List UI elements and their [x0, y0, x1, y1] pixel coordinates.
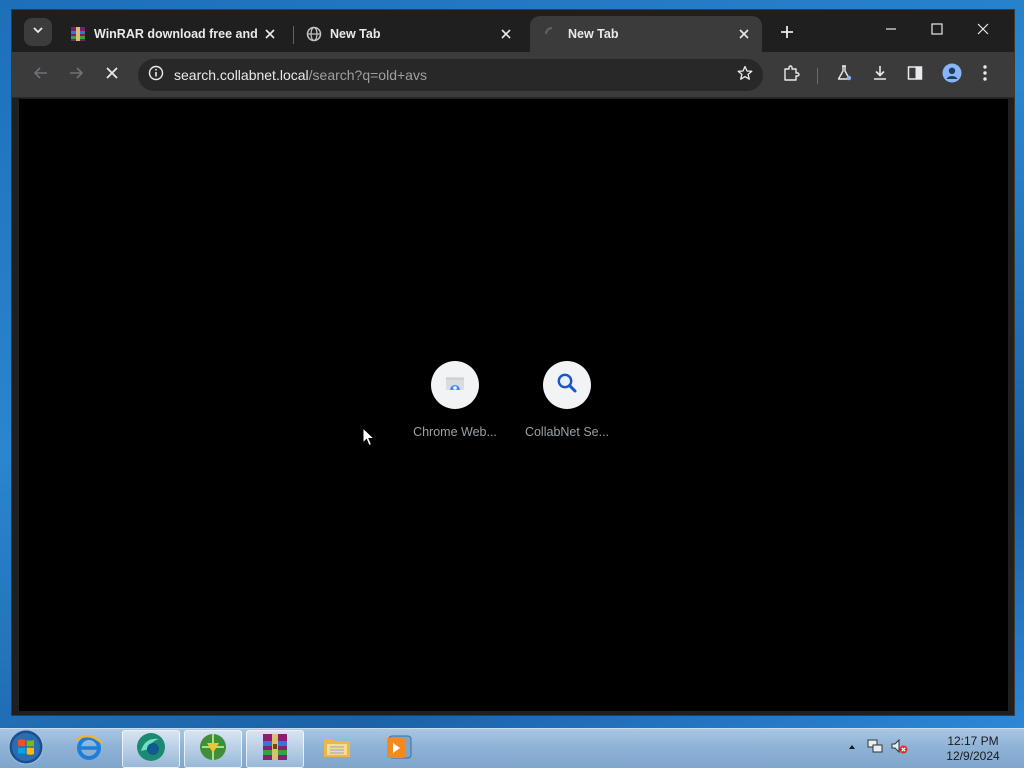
browser-window: WinRAR download free and support: WinRAR…: [11, 9, 1015, 716]
tab-strip: WinRAR download free and support: WinRAR…: [12, 10, 1014, 52]
clock-date: 12/9/2024: [946, 749, 1000, 763]
tab-new-tab-1[interactable]: New Tab: [292, 16, 524, 52]
new-tab-button[interactable]: [775, 22, 799, 46]
download-icon: [871, 64, 889, 87]
bookmark-button[interactable]: [731, 61, 759, 89]
address-bar[interactable]: search.collabnet.local/search?q=old+avs: [138, 59, 763, 91]
taskbar-winrar[interactable]: [246, 730, 304, 768]
new-tab-page: Chrome Web... CollabNet Se...: [19, 99, 1008, 711]
taskbar-browser-app[interactable]: [122, 730, 180, 768]
url-host: search.collabnet.local: [174, 67, 309, 83]
globe-icon: [306, 26, 322, 42]
shortcut-label: Chrome Web...: [413, 425, 497, 439]
tab-search-button[interactable]: [24, 18, 52, 46]
network-tray-button[interactable]: [866, 739, 884, 757]
tab-new-tab-active[interactable]: New Tab: [530, 16, 762, 52]
close-tab-icon[interactable]: [734, 24, 754, 44]
extensions-button[interactable]: [777, 61, 805, 89]
maximize-button[interactable]: [917, 18, 957, 44]
plus-icon: [780, 25, 794, 44]
star-icon: [737, 65, 753, 86]
network-icon: [866, 737, 884, 760]
loading-spinner-icon: [544, 26, 560, 42]
system-clock[interactable]: 12:17 PM 12/9/2024: [930, 734, 1016, 764]
mouse-cursor: [362, 426, 376, 447]
close-tab-icon[interactable]: [260, 24, 280, 44]
url-text: search.collabnet.local/search?q=old+avs: [174, 67, 427, 83]
more-vertical-icon: [982, 64, 988, 87]
toolbar-divider: [817, 68, 818, 84]
windows-logo-icon: [8, 729, 44, 768]
chevron-up-icon: [847, 739, 857, 757]
shortcut-chrome-web-store[interactable]: Chrome Web...: [405, 361, 505, 439]
arrow-left-icon: [33, 65, 49, 86]
close-tab-icon[interactable]: [496, 24, 516, 44]
taskbar: 12:17 PM 12/9/2024: [0, 728, 1024, 768]
taskbar-file-explorer[interactable]: [308, 730, 366, 768]
taskbar-internet-explorer[interactable]: [60, 730, 118, 768]
site-info-button[interactable]: [140, 59, 172, 91]
arrow-right-icon: [68, 65, 84, 86]
chevron-down-icon: [32, 23, 44, 41]
tab-title: New Tab: [568, 27, 619, 41]
download-manager-icon: [197, 731, 229, 768]
clock-time: 12:17 PM: [947, 734, 999, 748]
winrar-icon: [70, 26, 86, 42]
show-hidden-icons-button[interactable]: [843, 739, 861, 757]
taskbar-media-player[interactable]: [370, 730, 428, 768]
maximize-icon: [931, 22, 943, 40]
shortcut-icon-circle: [431, 361, 479, 409]
minimize-button[interactable]: [871, 18, 911, 44]
magnifier-icon: [555, 371, 579, 400]
close-window-button[interactable]: [963, 18, 1003, 44]
back-button[interactable]: [27, 61, 55, 89]
file-explorer-icon: [321, 731, 353, 768]
avatar-icon: [942, 63, 962, 88]
minimize-icon: [885, 22, 897, 40]
url-path: /search?q=old+avs: [308, 67, 427, 83]
close-icon: [977, 22, 989, 40]
shortcut-label: CollabNet Se...: [524, 425, 610, 439]
taskbar-download-manager[interactable]: [184, 730, 242, 768]
puzzle-icon: [782, 64, 800, 87]
start-button[interactable]: [6, 729, 46, 768]
tab-title: WinRAR download free and support: WinRAR: [94, 27, 260, 41]
downloads-button[interactable]: [866, 61, 894, 89]
flask-icon: [835, 64, 853, 87]
shortcut-collabnet-search[interactable]: CollabNet Se...: [517, 361, 617, 439]
close-icon: [105, 66, 119, 85]
chrome-web-store-icon: [443, 371, 467, 400]
browser-app-icon: [135, 731, 167, 768]
volume-muted-icon: [890, 737, 908, 760]
stop-loading-button[interactable]: [98, 61, 126, 89]
side-panel-icon: [906, 64, 924, 87]
menu-button[interactable]: [971, 61, 999, 89]
winrar-icon: [259, 731, 291, 768]
media-player-icon: [383, 731, 415, 768]
forward-button[interactable]: [62, 61, 90, 89]
browser-toolbar: search.collabnet.local/search?q=old+avs: [12, 52, 1014, 98]
side-panel-button[interactable]: [901, 61, 929, 89]
internet-explorer-icon: [73, 731, 105, 768]
info-icon: [148, 65, 164, 86]
volume-tray-button[interactable]: [890, 737, 908, 760]
tab-title: New Tab: [330, 27, 381, 41]
labs-button[interactable]: [830, 61, 858, 89]
shortcut-icon-circle: [543, 361, 591, 409]
tab-winrar[interactable]: WinRAR download free and support: WinRAR: [56, 16, 288, 52]
profile-button[interactable]: [938, 61, 966, 89]
